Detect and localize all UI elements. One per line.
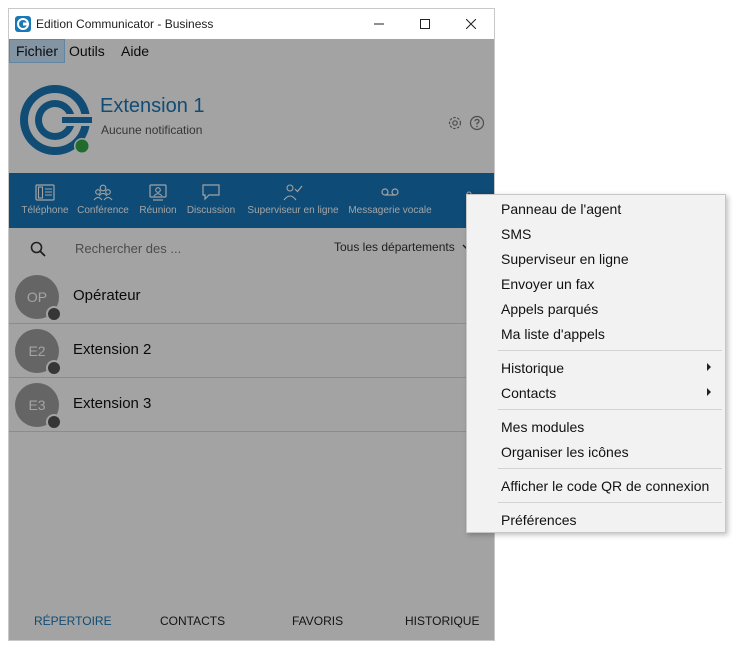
menu-separator xyxy=(498,468,722,469)
list-item[interactable]: OP Opérateur xyxy=(9,270,494,324)
menu-item-my-modules[interactable]: Mes modules xyxy=(501,419,584,435)
app-logo-icon xyxy=(15,16,31,32)
toolbar-label: Discussion xyxy=(186,205,236,216)
menu-aide[interactable]: Aide xyxy=(115,39,155,63)
menu-item-parked-calls[interactable]: Appels parqués xyxy=(501,301,598,317)
chat-icon xyxy=(202,184,220,201)
bottom-navigation: RÉPERTOIRE CONTACTS FAVORIS HISTORIQUE xyxy=(9,604,494,640)
toolbar-label: Réunion xyxy=(139,205,177,216)
menu-fichier[interactable]: Fichier xyxy=(9,39,66,63)
title-bar[interactable]: Edition Communicator - Business xyxy=(9,9,494,39)
conference-icon xyxy=(93,184,113,201)
tab-repertoire[interactable]: RÉPERTOIRE xyxy=(34,614,112,628)
minimize-button[interactable] xyxy=(356,9,402,39)
contact-name: Extension 3 xyxy=(73,395,152,412)
list-item[interactable]: E3 Extension 3 xyxy=(9,378,494,432)
menu-item-sms[interactable]: SMS xyxy=(501,226,531,242)
toolbar-label: Superviseur en ligne xyxy=(247,205,339,216)
menu-separator xyxy=(498,409,722,410)
submenu-arrow-icon xyxy=(707,388,711,396)
toolbar-label: Messagerie vocale xyxy=(348,205,432,216)
menu-item-my-call-list[interactable]: Ma liste d'appels xyxy=(501,326,605,342)
settings-icon[interactable] xyxy=(447,115,463,131)
menu-item-contacts[interactable]: Contacts xyxy=(501,385,556,401)
menu-outils[interactable]: Outils xyxy=(63,39,111,63)
profile-header: Extension 1 Aucune notification xyxy=(9,63,494,173)
toolbar-meeting[interactable]: Réunion xyxy=(133,173,183,228)
meeting-icon xyxy=(149,184,167,201)
phone-icon xyxy=(35,184,55,201)
presence-indicator xyxy=(46,414,62,430)
maximize-icon xyxy=(420,19,430,29)
menu-item-arrange-icons[interactable]: Organiser les icônes xyxy=(501,444,629,460)
maximize-button[interactable] xyxy=(402,9,448,39)
profile-avatar[interactable] xyxy=(18,83,92,157)
menu-item-preferences[interactable]: Préférences xyxy=(501,512,576,528)
directory-list: OP Opérateur E2 Extension 2 E3 Extension… xyxy=(9,270,494,432)
toolbar-conference[interactable]: Conférence xyxy=(75,173,131,228)
menu-item-show-qr-code[interactable]: Afficher le code QR de connexion xyxy=(501,478,709,494)
list-item[interactable]: E2 Extension 2 xyxy=(9,324,494,378)
search-input[interactable]: Rechercher des ... xyxy=(75,241,181,256)
presence-indicator xyxy=(75,139,89,153)
toolbar-chat[interactable]: Discussion xyxy=(185,173,237,228)
search-icon[interactable] xyxy=(30,241,46,257)
close-icon xyxy=(466,19,476,29)
minimize-icon xyxy=(374,23,384,25)
toolbar-voicemail[interactable]: Messagerie vocale xyxy=(347,173,433,228)
department-dropdown[interactable]: Tous les départements xyxy=(334,240,472,254)
window-title: Edition Communicator - Business xyxy=(36,17,214,31)
context-menu: Panneau de l'agent SMS Superviseur en li… xyxy=(466,194,726,533)
menu-separator xyxy=(498,502,722,503)
department-label: Tous les départements xyxy=(334,240,455,254)
contact-name: Opérateur xyxy=(73,287,141,304)
app-window: Edition Communicator - Business Fichier … xyxy=(8,8,495,641)
close-button[interactable] xyxy=(448,9,494,39)
menu-separator xyxy=(498,350,722,351)
tab-favoris[interactable]: FAVORIS xyxy=(292,614,343,628)
action-toolbar: Téléphone Conférence Réunion Discussion … xyxy=(9,173,494,228)
toolbar-label: Conférence xyxy=(77,205,129,216)
profile-name: Extension 1 xyxy=(100,95,205,117)
menu-item-agent-panel[interactable]: Panneau de l'agent xyxy=(501,201,621,217)
menu-item-send-fax[interactable]: Envoyer un fax xyxy=(501,276,594,292)
submenu-arrow-icon xyxy=(707,363,711,371)
supervisor-icon xyxy=(283,184,303,201)
search-bar: Rechercher des ... Tous les départements xyxy=(9,228,494,270)
presence-indicator xyxy=(46,306,62,322)
voicemail-icon xyxy=(381,188,399,196)
profile-status[interactable]: Aucune notification xyxy=(101,123,202,137)
tab-historique[interactable]: HISTORIQUE xyxy=(405,614,479,628)
help-icon[interactable] xyxy=(469,115,485,131)
toolbar-label: Téléphone xyxy=(21,205,69,216)
toolbar-supervisor[interactable]: Superviseur en ligne xyxy=(243,173,343,228)
tab-contacts[interactable]: CONTACTS xyxy=(160,614,225,628)
menu-bar: Fichier Outils Aide xyxy=(9,39,494,63)
menu-item-online-supervisor[interactable]: Superviseur en ligne xyxy=(501,251,629,267)
toolbar-phone[interactable]: Téléphone xyxy=(17,173,73,228)
contact-name: Extension 2 xyxy=(73,341,152,358)
presence-indicator xyxy=(46,360,62,376)
menu-item-history[interactable]: Historique xyxy=(501,360,564,376)
